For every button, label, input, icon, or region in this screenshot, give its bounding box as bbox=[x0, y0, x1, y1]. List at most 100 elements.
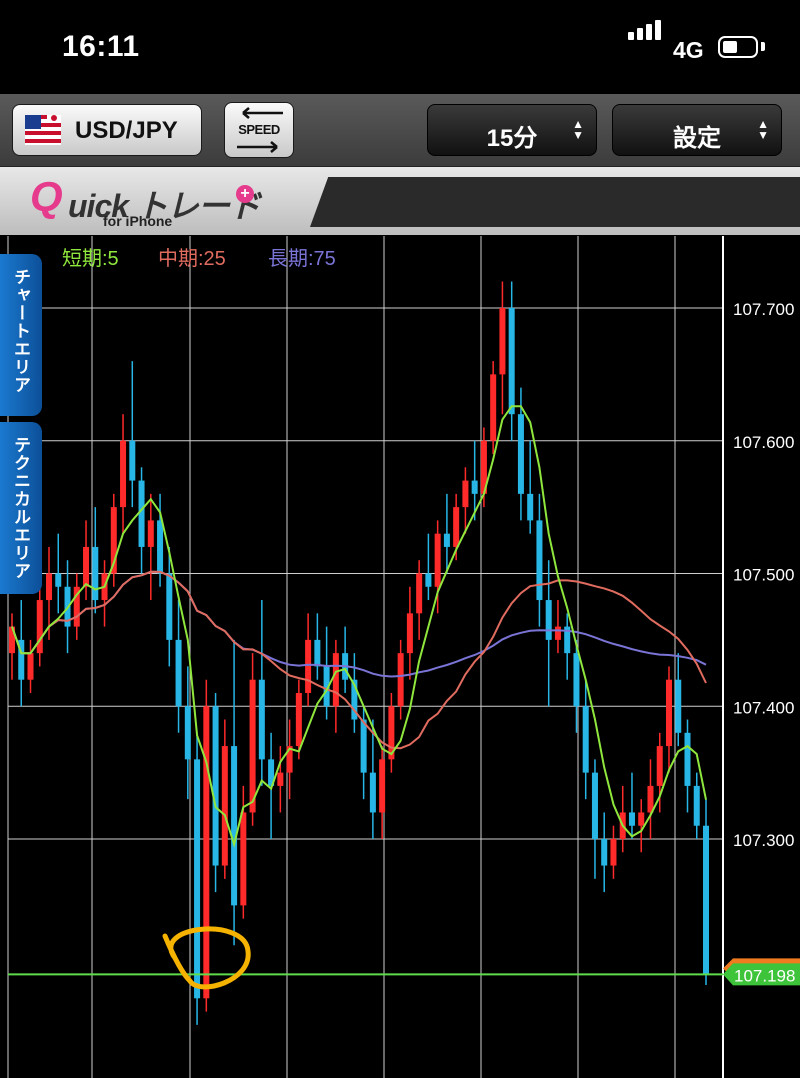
candle-body bbox=[138, 480, 145, 547]
logo-plus-icon: + bbox=[236, 185, 254, 203]
candle-body bbox=[601, 839, 608, 866]
updown-chevron-icon: ▲ ▼ bbox=[757, 117, 769, 142]
y-tick-label: 107.700 bbox=[733, 300, 794, 319]
candle-body bbox=[527, 493, 534, 521]
candle-body bbox=[249, 679, 256, 813]
candle-body bbox=[157, 520, 164, 574]
candle-body bbox=[212, 706, 219, 866]
candle-body bbox=[221, 746, 228, 866]
candle-body bbox=[277, 772, 284, 786]
candlestick-chart[interactable]: 107.700107.600107.500107.400107.300107.2… bbox=[0, 236, 800, 1078]
candle-body bbox=[508, 308, 515, 415]
candle-body bbox=[92, 546, 99, 601]
candle-body bbox=[610, 839, 617, 866]
battery-tip bbox=[761, 42, 765, 51]
settings-select[interactable]: 設定 ▲ ▼ bbox=[612, 104, 782, 156]
currency-pair-button[interactable]: USD/JPY bbox=[12, 104, 202, 156]
candle-body bbox=[83, 546, 90, 587]
ma-short-line bbox=[11, 405, 707, 848]
timeframe-value: 15分 bbox=[486, 125, 538, 152]
tab-chart-area-label: チャートエリア bbox=[11, 268, 30, 394]
candle-body bbox=[554, 626, 561, 640]
candle-body bbox=[675, 679, 682, 733]
tab-technical-area-label: テクニカルエリア bbox=[11, 436, 30, 580]
candle-body bbox=[240, 812, 247, 906]
candle-body bbox=[295, 692, 302, 747]
candle-body bbox=[647, 785, 654, 813]
candle-body bbox=[27, 653, 34, 680]
candle-body bbox=[258, 679, 265, 760]
arrow-left-icon bbox=[242, 107, 283, 119]
candle-body bbox=[231, 746, 238, 906]
toolbar: USD/JPY SPEED 15分 ▲ ▼ 設定 ▲ ▼ bbox=[0, 94, 800, 167]
legend-long-ma: 長期:75 bbox=[268, 248, 336, 270]
candle-body bbox=[166, 573, 173, 640]
candle-body bbox=[360, 719, 367, 773]
currency-pair-label: USD/JPY bbox=[75, 117, 178, 144]
chart-area[interactable]: 107.700107.600107.500107.400107.300107.2… bbox=[0, 236, 800, 1078]
us-flag-icon bbox=[25, 115, 61, 145]
candle-body bbox=[665, 679, 672, 747]
candle-body bbox=[36, 600, 43, 654]
candle-body bbox=[129, 440, 136, 481]
candle-body bbox=[175, 639, 182, 707]
candle-body bbox=[203, 706, 210, 999]
legend-short-ma: 短期:5 bbox=[62, 248, 119, 270]
battery-icon bbox=[718, 36, 758, 58]
candle-body bbox=[314, 639, 321, 667]
candle-body bbox=[46, 573, 53, 601]
candle-body bbox=[517, 414, 524, 494]
candle-body bbox=[379, 759, 386, 813]
timeframe-select[interactable]: 15分 ▲ ▼ bbox=[427, 104, 597, 156]
clock: 16:11 bbox=[62, 30, 140, 63]
tab-technical-area[interactable]: テクニカルエリア bbox=[0, 422, 42, 594]
candle-body bbox=[638, 812, 645, 826]
candle-body bbox=[656, 746, 663, 786]
candle-body bbox=[471, 480, 478, 494]
settings-label: 設定 bbox=[673, 125, 721, 152]
candle-body bbox=[332, 653, 339, 707]
candle-body bbox=[693, 785, 700, 826]
candle-body bbox=[462, 480, 469, 508]
candle-body bbox=[120, 440, 127, 508]
candle-body bbox=[194, 759, 201, 999]
candle-body bbox=[490, 374, 497, 441]
candle-body bbox=[425, 573, 432, 587]
candle-body bbox=[684, 732, 691, 786]
candle-body bbox=[545, 600, 552, 640]
candle-body bbox=[184, 706, 191, 760]
candle-body bbox=[147, 520, 154, 547]
candle-body bbox=[397, 653, 404, 707]
network-type: 4G bbox=[673, 37, 704, 63]
tab-chart-area[interactable]: チャートエリア bbox=[0, 254, 42, 416]
candle-body bbox=[369, 772, 376, 813]
app-banner: Q uick トレード + for iPhone bbox=[0, 167, 800, 235]
ma-mid-line bbox=[11, 570, 707, 750]
legend-mid-ma: 中期:25 bbox=[158, 248, 226, 270]
candle-body bbox=[499, 308, 506, 375]
banner-dark-panel bbox=[310, 177, 800, 227]
speed-label: SPEED bbox=[238, 122, 280, 137]
candle-body bbox=[702, 825, 710, 975]
candle-body bbox=[628, 812, 635, 826]
candle-body bbox=[591, 772, 598, 839]
candle-body bbox=[434, 533, 441, 587]
candle-body bbox=[55, 573, 62, 587]
updown-chevron-icon: ▲ ▼ bbox=[572, 117, 584, 142]
candle-body bbox=[443, 533, 450, 547]
logo-q: Q bbox=[30, 173, 63, 220]
y-tick-label: 107.500 bbox=[733, 566, 794, 585]
arrow-right-icon bbox=[237, 141, 278, 153]
y-tick-label: 107.600 bbox=[733, 433, 794, 452]
candle-body bbox=[453, 507, 460, 547]
candle-body bbox=[582, 706, 589, 773]
candle-body bbox=[536, 520, 543, 601]
price-tag-green-text: 107.198 bbox=[734, 966, 795, 985]
speed-order-button[interactable]: SPEED bbox=[224, 102, 294, 158]
candle-body bbox=[416, 573, 423, 614]
status-bar: 16:11 4G bbox=[0, 0, 800, 94]
y-tick-label: 107.300 bbox=[733, 831, 794, 850]
candle-body bbox=[573, 653, 580, 707]
logo-subtitle: for iPhone bbox=[103, 213, 173, 229]
candle-body bbox=[305, 639, 312, 693]
